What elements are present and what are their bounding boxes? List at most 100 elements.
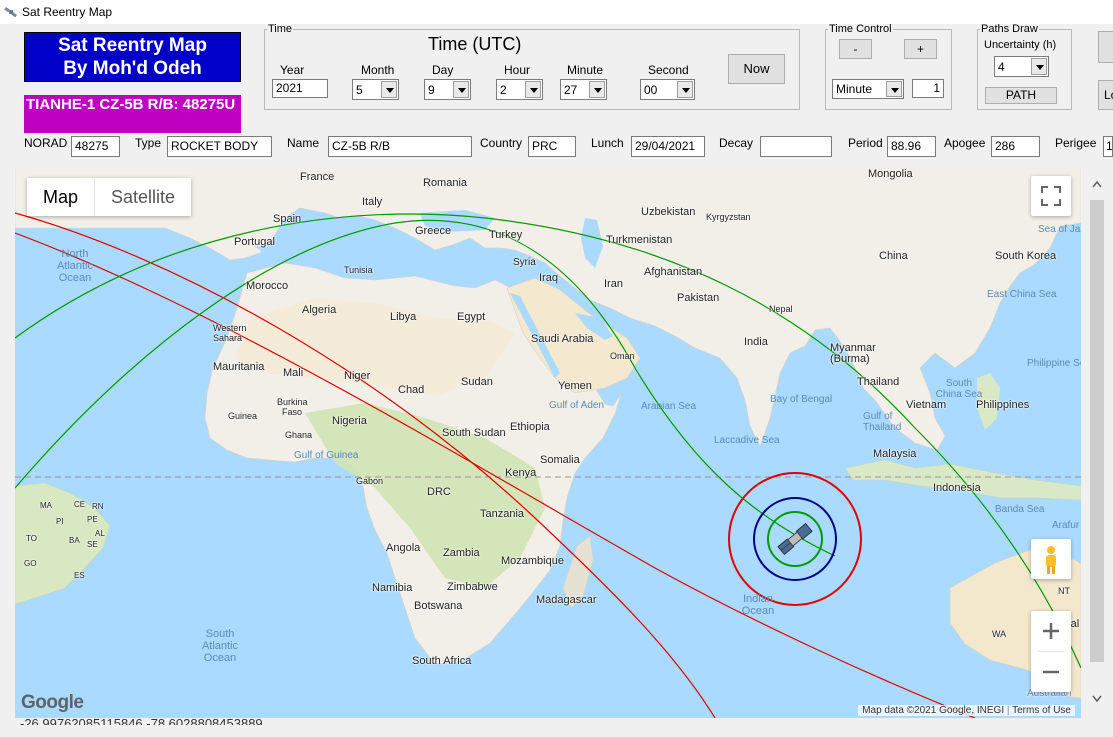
day-select[interactable]: 9 <box>424 79 471 100</box>
uncertainty-select[interactable]: 4 <box>994 56 1049 77</box>
time-decrement-button[interactable]: - <box>839 39 872 59</box>
day-label: Day <box>432 63 454 77</box>
portugal-label: Portugal <box>234 236 275 248</box>
iraq-label: Iraq <box>539 272 558 284</box>
chevron-down-icon <box>1031 58 1047 75</box>
chevron-down-icon <box>381 81 397 98</box>
nepal-label: Nepal <box>769 304 793 314</box>
app-title: Sat Reentry Map <box>58 35 207 56</box>
time-increment-button[interactable]: + <box>904 39 937 59</box>
perigee-input[interactable]: 1 <box>1103 136 1113 157</box>
second-select[interactable]: 00 <box>640 79 695 100</box>
launch-input[interactable]: 29/04/2021 <box>631 136 705 157</box>
south-sudan-label: South Sudan <box>442 427 506 439</box>
malaysia-label: Malaysia <box>873 448 917 460</box>
hour-value: 2 <box>500 83 507 97</box>
name-input[interactable]: CZ-5B R/B <box>328 136 472 157</box>
map-type-control: Map Satellite <box>27 178 192 216</box>
chevron-down-icon <box>1092 695 1102 703</box>
scroll-up-arrow[interactable] <box>1089 176 1105 194</box>
apogee-input[interactable]: 286 <box>991 136 1040 157</box>
china-label: China <box>879 250 908 262</box>
chevron-up-icon <box>1092 180 1102 188</box>
br-ma-label: MA <box>40 501 52 510</box>
arafura-label: Arafur <box>1052 520 1080 531</box>
philippines-label: Philippines <box>976 399 1030 411</box>
paths-legend: Paths Draw <box>981 23 1038 35</box>
reentry-map[interactable]: North Atlantic Ocean South Atlantic Ocea… <box>15 168 1081 718</box>
turkey-label: Turkey <box>489 229 523 241</box>
month-label: Month <box>361 63 395 77</box>
map-data-credit: Map data ©2021 Google, INEGI <box>862 705 1005 716</box>
br-al-label: AL <box>95 529 105 538</box>
map-type-satellite-button[interactable]: Satellite <box>94 178 191 216</box>
br-go-label: GO <box>24 559 37 568</box>
plus-icon <box>1043 623 1059 639</box>
minute-select[interactable]: 27 <box>560 79 607 100</box>
launch-label: Lunch <box>591 136 624 150</box>
nigeria-label: Nigeria <box>332 415 367 427</box>
day-value: 9 <box>428 83 435 97</box>
fullscreen-button[interactable] <box>1031 176 1071 216</box>
red-track-outer <box>15 232 976 718</box>
zoom-out-button[interactable] <box>1031 652 1071 692</box>
italy-label: Italy <box>362 196 383 208</box>
now-button[interactable]: Now <box>728 54 785 84</box>
nt-label: NT <box>1058 586 1070 596</box>
gulf-of-guinea-label: Gulf of Guinea <box>294 450 359 461</box>
second-value: 00 <box>644 83 658 97</box>
time-step-input[interactable]: 1 <box>912 79 944 98</box>
wa-label: WA <box>992 629 1007 639</box>
south-africa-label: South Africa <box>412 655 472 667</box>
somalia-label: Somalia <box>540 454 580 466</box>
syria-label: Syria <box>513 257 536 268</box>
scroll-down-arrow[interactable] <box>1089 690 1105 708</box>
mali-label: Mali <box>283 367 304 379</box>
apogee-label: Apogee <box>944 136 986 150</box>
pakistan-label: Pakistan <box>677 292 720 304</box>
south-korea-label: South Korea <box>995 250 1057 262</box>
chevron-down-icon <box>677 81 693 98</box>
green-track-inner <box>15 219 836 557</box>
app-title-banner: Sat Reentry Map By Moh'd Odeh <box>24 32 241 82</box>
month-select[interactable]: 5 <box>352 79 399 100</box>
arabian-sea-label: Arabian Sea <box>641 401 697 412</box>
clipped-button-top[interactable] <box>1098 31 1113 63</box>
year-input[interactable]: 2021 <box>272 79 328 98</box>
zimbabwe-label: Zimbabwe <box>447 581 498 593</box>
burkina-faso-label: Burkina Faso <box>277 397 308 417</box>
country-input[interactable]: PRC <box>528 136 576 157</box>
decay-input[interactable] <box>760 136 832 157</box>
hour-select[interactable]: 2 <box>496 79 543 100</box>
chevron-down-icon <box>525 81 541 98</box>
map-type-map-button[interactable]: Map <box>27 178 94 216</box>
period-input[interactable]: 88.96 <box>887 136 936 157</box>
type-label: Type <box>135 136 162 150</box>
uzbekistan-label: Uzbekistan <box>641 206 696 218</box>
terms-of-use-link[interactable]: Terms of Use <box>1012 705 1071 716</box>
minute-value: 27 <box>564 83 578 97</box>
scroll-thumb[interactable] <box>1090 200 1104 662</box>
br-es-label: ES <box>74 571 85 580</box>
mongolia-label: Mongolia <box>868 168 913 180</box>
turkmenistan-label: Turkmenistan <box>606 234 673 246</box>
libya-label: Libya <box>390 311 417 323</box>
chevron-down-icon <box>589 81 605 98</box>
norad-input[interactable]: 48275 <box>71 136 120 157</box>
map-scrollbar[interactable] <box>1089 176 1105 716</box>
indonesia-label: Indonesia <box>933 482 981 494</box>
sudan-label: Sudan <box>461 376 493 388</box>
type-input[interactable]: ROCKET BODY <box>167 136 272 157</box>
saudi-arabia-label: Saudi Arabia <box>531 333 594 345</box>
ghana-label: Ghana <box>285 430 313 440</box>
morocco-label: Morocco <box>246 280 289 292</box>
time-step-unit-select[interactable]: Minute <box>832 79 904 99</box>
zoom-in-button[interactable] <box>1031 611 1071 651</box>
path-button[interactable]: PATH <box>985 87 1057 104</box>
east-china-sea-label: East China Sea <box>987 289 1057 300</box>
street-view-pegman[interactable] <box>1031 539 1071 579</box>
clipped-load-button[interactable]: Lo <box>1098 80 1113 110</box>
pegman-icon <box>1046 546 1056 574</box>
kyrgyzstan-label: Kyrgyzstan <box>706 212 751 222</box>
hour-label: Hour <box>504 63 531 77</box>
